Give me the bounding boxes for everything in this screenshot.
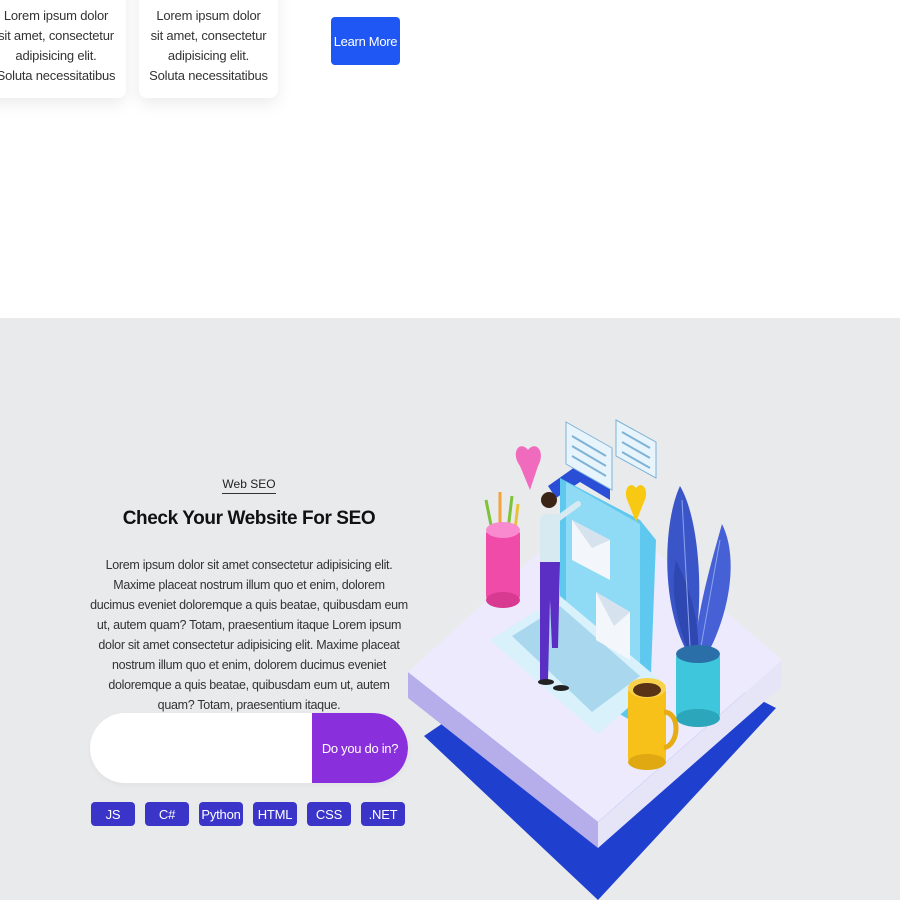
tag-csharp[interactable]: C#	[145, 802, 189, 826]
section-kicker: Web SEO	[222, 477, 276, 494]
check-seo-button[interactable]: Do you do in?	[312, 713, 408, 783]
tag-css[interactable]: CSS	[307, 802, 351, 826]
seo-isometric-illustration-icon	[408, 419, 782, 900]
tech-tags: JS C# Python HTML CSS .NET	[91, 802, 405, 826]
features-section: Lorem ipsum dolor sit amet, consectetur …	[0, 0, 900, 318]
feature-card-text: Lorem ipsum dolor sit amet, consectetur …	[0, 8, 116, 83]
feature-card: Lorem ipsum dolor sit amet, consectetur …	[0, 0, 126, 98]
tag-js[interactable]: JS	[91, 802, 135, 826]
tag-python[interactable]: Python	[199, 802, 243, 826]
seo-section: Web SEO Check Your Website For SEO Lorem…	[0, 318, 900, 900]
tag-html[interactable]: HTML	[253, 802, 297, 826]
tag-dotnet[interactable]: .NET	[361, 802, 405, 826]
website-url-input[interactable]	[90, 713, 312, 783]
feature-card-text: Lorem ipsum dolor sit amet, consectetur …	[149, 8, 268, 83]
learn-more-button[interactable]: Learn More	[331, 17, 400, 65]
seo-search-form: Do you do in?	[90, 713, 408, 783]
section-paragraph: Lorem ipsum dolor sit amet consectetur a…	[90, 558, 408, 712]
feature-card: Lorem ipsum dolor sit amet, consectetur …	[139, 0, 278, 98]
